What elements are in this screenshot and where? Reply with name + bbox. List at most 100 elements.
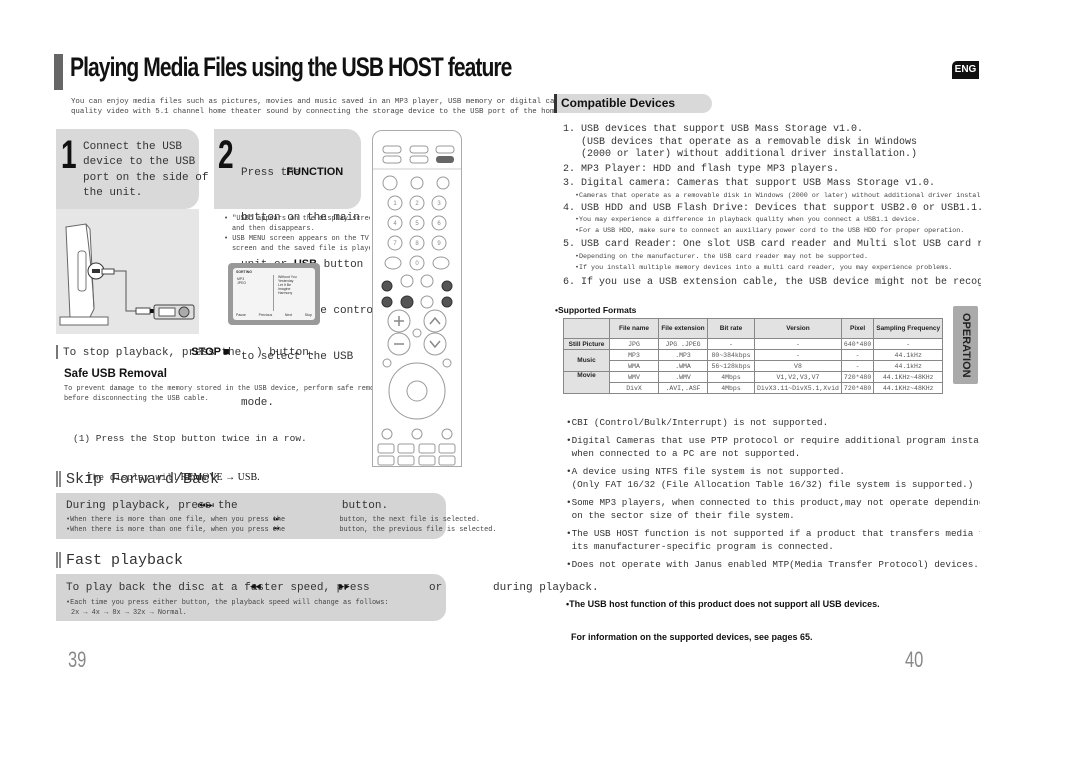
stop-button-label: STOP — [191, 346, 221, 358]
table-cell: - — [754, 338, 842, 350]
table-header: Bit rate — [707, 318, 755, 339]
table-cell: 4Mbps — [707, 382, 755, 394]
fast-accent-bar — [56, 552, 58, 568]
table-cell: WMV — [609, 371, 659, 383]
svg-text:2: 2 — [415, 201, 419, 207]
step-1-text: Connect the USB device to the USB port o… — [83, 141, 209, 199]
table-cell: DivX3.11~DivX5.1,Xvid — [754, 382, 842, 394]
compatible-item: 1. USB devices that support USB Mass Sto… — [563, 124, 918, 160]
operation-label: OPERATION — [960, 312, 972, 378]
table-cell: - — [873, 338, 944, 350]
note-item: •Digital Cameras that use PTP protocol o… — [566, 435, 980, 459]
table-cell: JPG — [609, 338, 659, 350]
track-item: Harmony — [278, 291, 293, 295]
compatible-sub-note: Depending on the manufacturer. the USB c… — [579, 252, 868, 261]
language-badge: ENG — [952, 61, 979, 79]
fast-instruction: To play back the disc at a faster speed,… — [66, 582, 370, 594]
note-item: •Some MP3 players, when connected to thi… — [566, 497, 980, 521]
table-header: Sampling Frequency — [873, 318, 944, 339]
table-cell: .MP3 — [658, 349, 708, 361]
table-row: Still Picture JPG JPG .JPEG - - 640*480 … — [563, 338, 944, 350]
svg-text:8: 8 — [415, 241, 419, 247]
row-category: Music — [563, 349, 610, 372]
footer-label: Next — [284, 313, 293, 317]
usb-menu-screen: SORTING MP3 JPEG Without You Yesterday L… — [228, 263, 320, 325]
svg-text:0: 0 — [415, 261, 419, 267]
bullet-text: USB MENU screen appears on the TV — [232, 235, 369, 243]
final-note-line: •The USB host function of this product d… — [566, 599, 880, 609]
skip-accent-bar — [56, 471, 58, 487]
row-category: Movie — [563, 371, 610, 394]
safe-removal-title: Safe USB Removal — [64, 368, 167, 380]
skip-accent-bar — [59, 471, 61, 487]
function-button-label: FUNCTION — [286, 165, 344, 178]
table-header-row: File name File extension Bit rate Versio… — [563, 318, 944, 339]
compatible-title: Compatible Devices — [561, 96, 676, 110]
table-cell: 4Mbps — [707, 371, 755, 383]
bullet-text: button, the previous file is selected. — [339, 526, 497, 534]
table-header: Pixel — [840, 318, 875, 339]
bullet-text: screen and the saved file is played. — [232, 245, 370, 253]
intro-line: You can enjoy media files such as pictur… — [71, 98, 608, 106]
bullet-text: "USB" appears on the display screen — [232, 215, 370, 223]
compatible-item: 6. If you use a USB extension cable, the… — [563, 276, 981, 288]
compatible-list: 1. USB devices that support USB Mass Sto… — [563, 124, 981, 289]
svg-text:7: 7 — [393, 241, 397, 247]
table-cell: V1,V2,V3,V7 — [754, 371, 842, 383]
stop-text: ) button. — [256, 347, 316, 359]
table-cell: 720*480 — [840, 371, 875, 383]
fast-forward-icon: ▶▶ — [339, 582, 350, 592]
compatible-item: 2. MP3 Player: HDD and flash type MP3 pl… — [563, 163, 840, 175]
formats-title-text: Supported Formats — [557, 305, 637, 315]
notes-list: •CBI (Control/Bulk/Interrupt) is not sup… — [566, 416, 980, 571]
skip-title: Skip Forward/Back — [66, 471, 220, 488]
remote-control-icon: 1 2 3 4 5 6 7 8 9 0 — [373, 145, 461, 466]
desc-line: before disconnecting the USB cable. — [64, 395, 209, 403]
table-cell: - — [754, 349, 842, 361]
usb-menu-footer: Pause Previous Next Stop — [236, 313, 312, 317]
folder-item: JPEG — [237, 281, 247, 285]
table-cell: 44.1kHz — [873, 349, 944, 361]
fast-bullets: •Each time you press either button, the … — [66, 599, 389, 617]
bullet-text: When there is more than one file, when y… — [70, 516, 286, 524]
footer-label: Pause — [236, 313, 246, 317]
unit-and-mp3-player-icon — [59, 223, 195, 326]
table-row: WMA .WMA 56~128kbps V8 - 44.1kHz — [564, 360, 944, 372]
safe-removal-desc: To prevent damage to the memory stored i… — [64, 384, 372, 404]
table-cell: .AVI,.ASF — [658, 382, 708, 394]
table-cell: 56~128kbps — [707, 360, 755, 372]
rewind-icon: ◀◀ — [250, 582, 261, 592]
supported-formats-table: File name File extension Bit rate Versio… — [563, 318, 944, 394]
svg-text:6: 6 — [437, 221, 441, 227]
table-cell: 80~384kbps — [707, 349, 755, 361]
step-1-number: 1 — [61, 133, 77, 177]
table-cell: - — [707, 338, 755, 350]
page-number-left: 39 — [68, 647, 87, 672]
stop-instruction: To stop playback, press theSTOP ■ ) butto… — [63, 346, 315, 359]
bullet-text: and then disappears. — [232, 225, 315, 233]
note-item: •CBI (Control/Bulk/Interrupt) is not sup… — [566, 417, 829, 428]
skip-back-icon: ⏮ — [197, 501, 206, 511]
table-cell: MP3 — [609, 349, 659, 361]
usb-connection-illustration — [56, 209, 199, 334]
svg-text:1: 1 — [393, 201, 397, 207]
table-cell: 720*480 — [840, 382, 875, 394]
skip-instruction: During playback, press the⏮⏭ button. — [66, 500, 388, 512]
removal-step: (1) Press the Stop button twice in a row… — [73, 433, 307, 444]
page-number-right: 40 — [905, 647, 924, 672]
compatible-sub-note: For a USB HDD, make sure to connect an a… — [579, 227, 965, 235]
note-item: •Does not operate with Janus enabled MTP… — [566, 559, 979, 570]
step-2-line: button — [323, 259, 364, 272]
note-item: •The USB HOST function is not supported … — [566, 528, 980, 552]
final-note-line: For information on the supported devices… — [571, 632, 813, 642]
svg-text:9: 9 — [437, 241, 441, 247]
usb-menu-folders: MP3 JPEG — [237, 277, 246, 285]
note-item: •A device using NTFS file system is not … — [566, 466, 974, 490]
footer-label: Stop — [304, 313, 312, 317]
table-cell: JPG .JPEG — [658, 338, 708, 350]
step-2-bullets: • "USB" appears on the display screen an… — [224, 214, 370, 254]
compatible-sub-note: If you install multiple memory devices i… — [579, 263, 953, 272]
table-header: Version — [754, 318, 842, 339]
compatible-sub-note: Cameras that operate as a removable disk… — [579, 191, 981, 200]
remote-control-illustration: 1 2 3 4 5 6 7 8 9 0 — [372, 130, 462, 467]
